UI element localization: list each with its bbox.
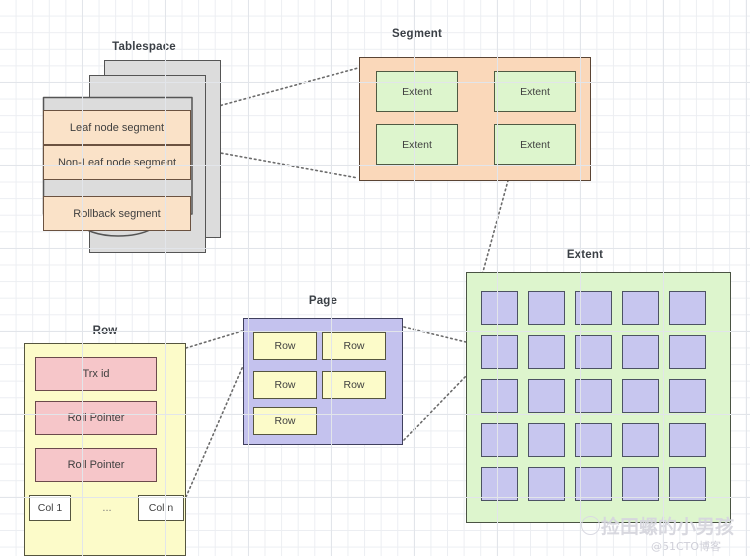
extent-page-cell[interactable] — [622, 335, 659, 369]
extent-page-cell[interactable] — [528, 379, 565, 413]
extent-page-cell[interactable] — [622, 379, 659, 413]
page-row-5-label: Row — [274, 415, 296, 427]
page-row-4[interactable]: Row — [322, 371, 386, 399]
row-title: Row — [92, 325, 118, 337]
row-column-last[interactable]: Col n — [138, 495, 184, 521]
extent-page-cell[interactable] — [669, 335, 706, 369]
extent-page-cell[interactable] — [575, 467, 612, 501]
diagram-canvas: Tablespace Leaf node segment Non-Leaf no… — [0, 0, 750, 556]
extent-page-cell[interactable] — [575, 291, 612, 325]
extent-page-cell[interactable] — [528, 335, 565, 369]
page-row-5[interactable]: Row — [253, 407, 317, 435]
extent-page-cell[interactable] — [481, 379, 518, 413]
extent-page-cell[interactable] — [481, 423, 518, 457]
row-column-last-label: Col n — [148, 502, 174, 514]
extent-page-cell[interactable] — [669, 467, 706, 501]
extent-page-cell[interactable] — [575, 423, 612, 457]
extent-page-cell[interactable] — [622, 423, 659, 457]
row-field-roll-pointer-2[interactable]: Roll Pointer — [35, 448, 157, 482]
page-row-4-label: Row — [343, 379, 365, 391]
extent-page-cell[interactable] — [669, 379, 706, 413]
extent-page-cell[interactable] — [528, 423, 565, 457]
row-column-ellipsis: ... — [102, 502, 112, 514]
row-field-roll-pointer-2-label: Roll Pointer — [67, 459, 125, 471]
row-column-first-label: Col 1 — [37, 502, 63, 514]
extent-page-cell[interactable] — [669, 423, 706, 457]
page-title: Page — [308, 295, 338, 307]
extent-page-cell[interactable] — [669, 291, 706, 325]
page-row-2-label: Row — [343, 340, 365, 352]
page-row-1[interactable]: Row — [253, 332, 317, 360]
extent-page-cell[interactable] — [575, 379, 612, 413]
extent-page-cell[interactable] — [481, 467, 518, 501]
extent-page-cell[interactable] — [622, 467, 659, 501]
page-row-3-label: Row — [274, 379, 296, 391]
page-row-3[interactable]: Row — [253, 371, 317, 399]
row-column-first[interactable]: Col 1 — [29, 495, 71, 521]
row-field-trx-id[interactable]: Trx id — [35, 357, 157, 391]
extent-page-cell[interactable] — [575, 335, 612, 369]
row-field-roll-pointer-1[interactable]: Roll Pointer — [35, 401, 157, 435]
extent-page-cell[interactable] — [481, 335, 518, 369]
extent-page-cell[interactable] — [481, 291, 518, 325]
extent-page-cell[interactable] — [622, 291, 659, 325]
row-field-roll-pointer-1-label: Roll Pointer — [67, 412, 125, 424]
page-row-2[interactable]: Row — [322, 332, 386, 360]
extent-page-cell[interactable] — [528, 467, 565, 501]
extent-page-cell[interactable] — [528, 291, 565, 325]
row-field-trx-id-label: Trx id — [82, 368, 110, 380]
page-row-1-label: Row — [274, 340, 296, 352]
